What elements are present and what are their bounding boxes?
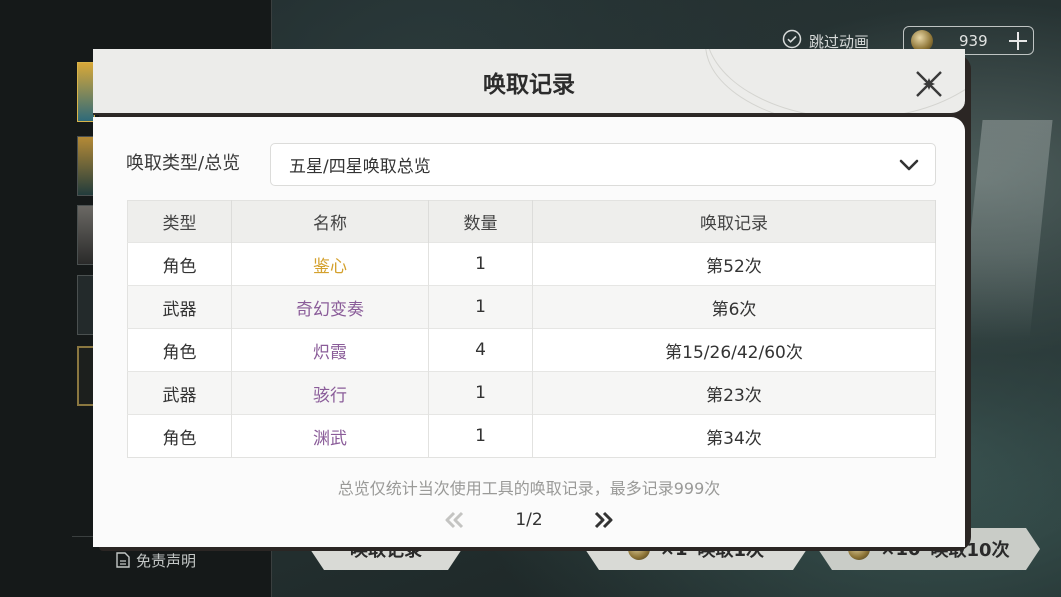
cell-record: 第34次 [532,414,936,458]
record-type-select-value: 五星/四星唤取总览 [289,157,431,177]
column-header-record: 唤取记录 [532,200,936,243]
next-page-button[interactable] [590,510,616,530]
pagination: 1/2 [93,508,965,532]
records-table: 类型 名称 数量 唤取记录 角色 鉴心 1 第52次 武器 奇幻变奏 1 第6次 角色 炽霞 4 第1… [127,200,936,458]
table-row: 武器 骇行 1 第23次 [127,371,936,415]
column-header-type: 类型 [127,200,232,243]
document-icon [116,552,130,568]
cell-quantity: 1 [428,414,533,458]
disclaimer-link[interactable]: 免责声明 [116,549,196,571]
table-row: 角色 渊武 1 第34次 [127,414,936,458]
cell-name: 鉴心 [231,242,429,286]
page-indicator: 1/2 [515,510,543,530]
cell-name: 奇幻变奏 [231,285,429,329]
cell-name: 渊武 [231,414,429,458]
disclaimer-label: 免责声明 [136,551,197,570]
cell-quantity: 1 [428,242,533,286]
table-row: 角色 鉴心 1 第52次 [127,242,936,286]
currency-amount: 939 [959,31,988,50]
cell-record: 第23次 [532,371,936,415]
filter-label: 唤取类型/总览 [126,153,241,174]
column-header-name: 名称 [231,200,429,243]
add-currency-button[interactable] [1007,30,1029,52]
cell-quantity: 1 [428,371,533,415]
footnote: 总览仅统计当次使用工具的唤取记录，最多记录999次 [337,479,721,498]
chevron-down-icon [899,156,919,179]
close-button[interactable] [913,68,945,100]
cell-type: 武器 [127,285,232,329]
double-chevron-left-icon [445,511,464,529]
record-modal: 唤取类型/总览 五星/四星唤取总览 类型 名称 数量 唤取记录 角色 鉴心 1 第52… [93,49,971,551]
record-type-select[interactable]: 五星/四星唤取总览 [270,143,936,186]
cell-quantity: 4 [428,328,533,372]
double-chevron-right-icon [594,511,613,529]
cell-type: 角色 [127,328,232,372]
cell-record: 第6次 [532,285,936,329]
previous-page-button[interactable] [442,510,468,530]
table-row: 武器 奇幻变奏 1 第6次 [127,285,936,329]
modal-title: 唤取记录 [483,72,575,98]
cell-type: 武器 [127,371,232,415]
cell-quantity: 1 [428,285,533,329]
cell-record: 第15/26/42/60次 [532,328,936,372]
column-header-quantity: 数量 [428,200,533,243]
modal-header: 唤取记录 [93,49,965,115]
modal-body: 唤取类型/总览 五星/四星唤取总览 类型 名称 数量 唤取记录 角色 鉴心 1 第52… [93,117,965,547]
cell-type: 角色 [127,242,232,286]
table-row: 角色 炽霞 4 第15/26/42/60次 [127,328,936,372]
cell-name: 炽霞 [231,328,429,372]
table-header-row: 类型 名称 数量 唤取记录 [127,200,936,243]
cell-type: 角色 [127,414,232,458]
cell-record: 第52次 [532,242,936,286]
cell-name: 骇行 [231,371,429,415]
close-icon [916,71,942,97]
